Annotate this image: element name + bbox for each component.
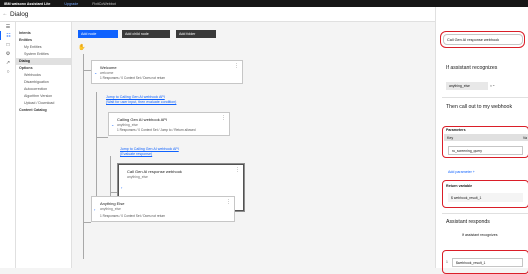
top-bar: IBM watsonx Assistant Lite Upgrade Fixit… — [0, 0, 528, 7]
node-condition: anything_else — [117, 123, 138, 127]
brand-label: IBM watsonx Assistant Lite — [4, 1, 51, 6]
nav-item-disambiguation[interactable]: Disambiguation — [16, 79, 71, 86]
chevron-down-icon[interactable]: ⌄ — [492, 82, 495, 87]
add-folder-button[interactable]: Add folder — [176, 30, 216, 38]
chevron-down-icon[interactable]: ⌄ — [111, 122, 114, 127]
node-name: Calling Gen AI webhook API — [117, 117, 168, 122]
jump-to-link[interactable]: Jump to Calling Gen AI webhook API — [106, 95, 165, 99]
workspace-name[interactable]: FixitCoWebbot — [92, 2, 116, 6]
chevron-right-icon[interactable]: › — [94, 207, 95, 212]
analytics-icon[interactable]: ↗ — [0, 58, 16, 67]
add-parameter-link[interactable]: Add parameter + — [448, 170, 475, 174]
add-child-node-button[interactable]: Add child node — [122, 30, 170, 38]
add-node-button[interactable]: Add node — [78, 30, 118, 38]
overflow-menu-icon[interactable]: ⋮ — [235, 168, 240, 173]
dialog-node-anything-else[interactable]: › Anything Else anything_else 1 Response… — [91, 196, 235, 222]
responds-heading: Assistant responds — [446, 219, 490, 225]
condition-chip-label: anything_else — [449, 84, 470, 88]
nav-item-algorithm-version[interactable]: Algorithm Version — [16, 93, 71, 100]
node-name: Anything Else — [100, 201, 125, 206]
title-bar: ← Dialog — [0, 7, 435, 22]
node-name-input[interactable]: Call Gen AI response webhook — [443, 34, 523, 45]
key-column-header: Key — [447, 135, 454, 140]
preview-icon[interactable]: ○ — [0, 67, 16, 76]
jump-to-condition[interactable]: (Wait for user input, then evaluate cond… — [106, 100, 176, 104]
tree-line — [83, 70, 91, 71]
overflow-menu-icon[interactable]: ⋮ — [234, 64, 239, 69]
nav-item-entities[interactable]: Entities — [16, 37, 71, 44]
tree-line — [110, 192, 118, 193]
page-title: Dialog — [10, 10, 29, 18]
tree-line — [83, 54, 84, 259]
back-arrow-icon[interactable]: ← — [0, 11, 10, 17]
divider — [442, 213, 528, 214]
tree-line — [83, 222, 91, 223]
node-meta: 1 Responses / 0 Context Set / Does not r… — [100, 214, 166, 218]
response-index: 1 — [446, 260, 448, 264]
chevron-right-icon[interactable]: › — [121, 185, 122, 190]
divider — [442, 97, 528, 98]
settings-icon[interactable]: ⚙ — [0, 49, 16, 58]
node-name: Call Gen AI response webhook — [127, 169, 182, 174]
nav-item-upload-download[interactable]: Upload / Download — [16, 100, 71, 107]
nav-item-autocorrection[interactable]: Autocorrection — [16, 86, 71, 93]
overflow-menu-icon[interactable]: ⋮ — [221, 116, 226, 121]
dialog-canvas: Add node Add child node Add folder ✋ ⌄ W… — [72, 22, 435, 268]
upgrade-link[interactable]: Upgrade — [64, 2, 78, 6]
recognizes-heading: If assistant recognizes — [446, 65, 498, 71]
tree-line — [96, 137, 108, 138]
condition-chip[interactable]: anything_else × — [446, 82, 492, 90]
icon-rail: ☰ ☷ □ ⚙ ↗ ○ — [0, 22, 16, 268]
nav-item-content-catalog[interactable]: Content Catalog — [16, 107, 71, 114]
chevron-down-icon[interactable]: ⌄ — [94, 70, 97, 75]
dialog-node-calling[interactable]: ⌄ Calling Gen AI webhook API anything_el… — [108, 112, 230, 136]
jump-to-condition[interactable]: (Evaluate response) — [120, 152, 152, 156]
node-editor-panel: Call Gen AI response webhook If assistan… — [435, 7, 528, 274]
intents-icon[interactable]: ☰ — [0, 22, 16, 31]
dialog-node-welcome[interactable]: ⌄ Welcome welcome 1 Responses / 0 Contex… — [91, 60, 243, 84]
parameters-label: Parameters — [446, 128, 466, 132]
nav-item-my-entities[interactable]: My Entities — [16, 44, 71, 51]
callout-heading: Then call out to my webhook — [446, 104, 513, 110]
return-variable-label: Return variable — [446, 184, 473, 188]
content-icon[interactable]: □ — [0, 40, 16, 49]
nav-item-system-entities[interactable]: System Entities — [16, 51, 71, 58]
node-meta: 1 Responses / 0 Context Set / Jump to / … — [117, 128, 196, 132]
response-input[interactable]: $webhook_result_1 — [452, 258, 523, 267]
value-column-header: Va — [522, 135, 527, 140]
hand-pointer-icon: ✋ — [78, 45, 86, 51]
dialog-icon[interactable]: ☷ — [0, 31, 16, 40]
parameters-table-header: Key Va — [444, 134, 528, 141]
overflow-menu-icon[interactable]: ⋮ — [226, 200, 231, 205]
nav-item-options[interactable]: Options — [16, 65, 71, 72]
node-name: Welcome — [100, 65, 117, 70]
nav-item-dialog[interactable]: Dialog — [16, 58, 71, 65]
nav-item-webhooks[interactable]: Webhooks — [16, 72, 71, 79]
if-recognizes-label: If assistant recognizes — [462, 233, 498, 237]
return-variable-input[interactable]: $ webhook_result_1 — [448, 193, 523, 202]
node-condition: anything_else — [127, 175, 148, 179]
node-condition: anything_else — [100, 207, 121, 211]
node-meta: 1 Responses / 0 Context Set / Does not r… — [100, 76, 166, 80]
jump-to-link[interactable]: Jump to Calling Gen AI webhook API — [120, 147, 179, 151]
parameter-key-input[interactable]: ru_screening_query — [448, 146, 523, 155]
node-condition: welcome — [100, 71, 114, 75]
nav-item-intents[interactable]: Intents — [16, 30, 71, 37]
skills-nav: Intents Entities My Entities System Entitie… — [16, 22, 72, 268]
